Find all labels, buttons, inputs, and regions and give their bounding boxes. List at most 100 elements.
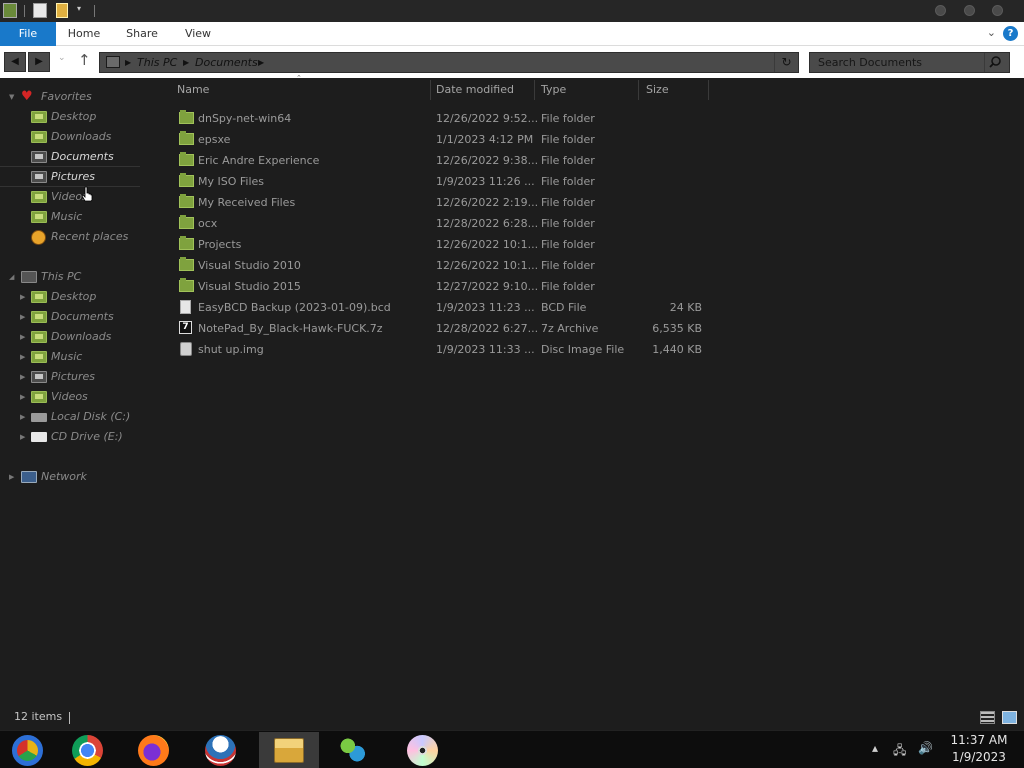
nav-pc-music[interactable]: ▶ Music xyxy=(0,347,160,367)
expand-chevron-icon[interactable]: ▶ xyxy=(20,387,25,407)
address-bar[interactable]: ▶ This PC ▶ Documents ▶ ↻ xyxy=(99,52,799,73)
search-input[interactable] xyxy=(810,53,985,72)
nav-pc-local-disk[interactable]: ▶ Local Disk (C:) xyxy=(0,407,160,427)
column-divider[interactable] xyxy=(708,80,709,100)
file-size: 6,535 KB xyxy=(652,322,702,335)
breadcrumb-separator-icon[interactable]: ▶ xyxy=(125,53,131,72)
file-row[interactable]: Visual Studio 2015 12/27/2022 9:10... Fi… xyxy=(168,276,708,297)
customize-toolbar-chevron-icon[interactable]: ▾ xyxy=(77,4,81,13)
network-status-icon[interactable]: 🖧 xyxy=(893,741,906,762)
taskbar-app-firefox[interactable] xyxy=(124,732,184,768)
expand-chevron-icon[interactable]: ▶ xyxy=(20,367,25,387)
column-divider[interactable] xyxy=(638,80,639,100)
breadcrumb-separator-icon[interactable]: ▶ xyxy=(183,53,189,72)
up-arrow-icon[interactable]: ↑ xyxy=(78,51,91,69)
expand-chevron-icon[interactable]: ▶ xyxy=(20,307,25,327)
nav-favorites[interactable]: ▼ ♥ Favorites xyxy=(0,87,160,107)
taskbar-app-obama[interactable] xyxy=(191,732,251,768)
column-divider[interactable] xyxy=(430,80,431,100)
collapse-chevron-icon[interactable]: ▼ xyxy=(9,87,14,107)
recent-locations-chevron-icon[interactable]: ⌄ xyxy=(58,53,66,63)
file-row[interactable]: ocx 12/28/2022 6:28... File folder xyxy=(168,213,708,234)
volume-icon[interactable]: 🔊 xyxy=(918,741,933,755)
nav-fav-music[interactable]: Music xyxy=(0,207,160,227)
file-row[interactable]: 7 NotePad_By_Black-Hawk-FUCK.7z 12/28/20… xyxy=(168,318,708,339)
item-count: 12 items xyxy=(14,710,63,723)
expand-ribbon-chevron-icon[interactable]: ⌄ xyxy=(987,26,996,39)
refresh-button[interactable]: ↻ xyxy=(774,53,798,72)
nav-pc-documents[interactable]: ▶ Documents xyxy=(0,307,160,327)
this-pc-icon xyxy=(21,271,37,283)
file-date: 12/27/2022 9:10... xyxy=(436,280,539,293)
taskbar-app-chrome-canary[interactable] xyxy=(0,732,60,768)
file-name: epsxe xyxy=(198,133,231,146)
taskbar-app-file-explorer[interactable] xyxy=(259,732,319,768)
show-hidden-icons-chevron-icon[interactable]: ▴ xyxy=(872,741,878,755)
column-header-size[interactable]: Size xyxy=(646,78,706,102)
maximize-button[interactable] xyxy=(964,5,975,16)
nav-pc-pictures[interactable]: ▶ Pictures xyxy=(0,367,160,387)
taskbar-app-chrome[interactable] xyxy=(58,732,118,768)
expand-chevron-icon[interactable]: ▶ xyxy=(9,467,14,487)
expand-chevron-icon[interactable]: ▶ xyxy=(20,287,25,307)
breadcrumb-this-pc[interactable]: This PC xyxy=(137,53,177,72)
file-row[interactable]: EasyBCD Backup (2023-01-09).bcd 1/9/2023… xyxy=(168,297,708,318)
taskbar-app-dvd[interactable] xyxy=(393,732,453,768)
new-folder-icon[interactable] xyxy=(56,3,68,18)
file-row[interactable]: epsxe 1/1/2023 4:12 PM File folder xyxy=(168,129,708,150)
file-row[interactable]: Eric Andre Experience 12/26/2022 9:38...… xyxy=(168,150,708,171)
file-row[interactable]: My ISO Files 1/9/2023 11:26 ... File fol… xyxy=(168,171,708,192)
back-button[interactable]: ◀ xyxy=(4,52,26,72)
clock-date[interactable]: 1/9/2023 xyxy=(945,750,1013,764)
expand-chevron-icon[interactable]: ▶ xyxy=(20,347,25,367)
taskbar-app-messenger[interactable] xyxy=(323,732,383,768)
column-header-date[interactable]: Date modified xyxy=(436,78,536,102)
collapse-chevron-icon[interactable]: ◢ xyxy=(9,267,14,287)
minimize-button[interactable] xyxy=(935,5,946,16)
nav-this-pc[interactable]: ◢ This PC xyxy=(0,267,160,287)
forward-button[interactable]: ▶ xyxy=(28,52,50,72)
tab-file[interactable]: File xyxy=(0,22,56,46)
expand-chevron-icon[interactable]: ▶ xyxy=(20,327,25,347)
nav-fav-documents[interactable]: Documents xyxy=(0,147,140,167)
nav-pc-cd-drive[interactable]: ▶ CD Drive (E:) xyxy=(0,427,160,447)
file-row[interactable]: My Received Files 12/26/2022 2:19... Fil… xyxy=(168,192,708,213)
breadcrumb-separator-icon[interactable]: ▶ xyxy=(258,53,264,72)
file-row[interactable]: Projects 12/26/2022 10:1... File folder xyxy=(168,234,708,255)
heart-icon: ♥ xyxy=(21,89,33,104)
expand-chevron-icon[interactable]: ▶ xyxy=(20,427,25,447)
search-button[interactable] xyxy=(984,53,1009,72)
nav-fav-pictures[interactable]: Pictures xyxy=(0,167,140,187)
tab-share[interactable]: Share xyxy=(118,22,166,46)
properties-icon[interactable] xyxy=(33,3,47,18)
explorer-app-icon[interactable] xyxy=(3,3,17,18)
column-header-type[interactable]: Type xyxy=(541,78,636,102)
file-row[interactable]: shut up.img 1/9/2023 11:33 ... Disc Imag… xyxy=(168,339,708,360)
nav-network[interactable]: ▶ Network xyxy=(0,467,160,487)
nav-pc-desktop[interactable]: ▶ Desktop xyxy=(0,287,160,307)
search-icon xyxy=(989,56,1001,68)
breadcrumb-documents[interactable]: Documents xyxy=(195,53,258,72)
large-icons-view-icon[interactable] xyxy=(1002,711,1017,724)
expand-chevron-icon[interactable]: ▶ xyxy=(20,407,25,427)
divider xyxy=(69,712,70,724)
tab-home[interactable]: Home xyxy=(60,22,108,46)
file-name: NotePad_By_Black-Hawk-FUCK.7z xyxy=(198,322,383,335)
file-date: 12/26/2022 9:38... xyxy=(436,154,539,167)
nav-fav-recent-places[interactable]: Recent places xyxy=(0,227,160,247)
nav-pc-videos[interactable]: ▶ Videos xyxy=(0,387,160,407)
nav-item-label: Desktop xyxy=(51,110,97,123)
file-row[interactable]: dnSpy-net-win64 12/26/2022 9:52... File … xyxy=(168,108,708,129)
details-view-icon[interactable] xyxy=(980,711,995,724)
nav-fav-desktop[interactable]: Desktop xyxy=(0,107,160,127)
help-icon[interactable]: ? xyxy=(1003,26,1018,41)
archive-7z-icon: 7 xyxy=(179,321,192,334)
nav-pc-downloads[interactable]: ▶ Downloads xyxy=(0,327,160,347)
clock-time[interactable]: 11:37 AM xyxy=(945,733,1013,747)
column-divider[interactable] xyxy=(534,80,535,100)
nav-fav-downloads[interactable]: Downloads xyxy=(0,127,160,147)
tab-view[interactable]: View xyxy=(176,22,220,46)
close-button[interactable] xyxy=(992,5,1003,16)
nav-fav-videos[interactable]: Videos xyxy=(0,187,160,207)
file-row[interactable]: Visual Studio 2010 12/26/2022 10:1... Fi… xyxy=(168,255,708,276)
